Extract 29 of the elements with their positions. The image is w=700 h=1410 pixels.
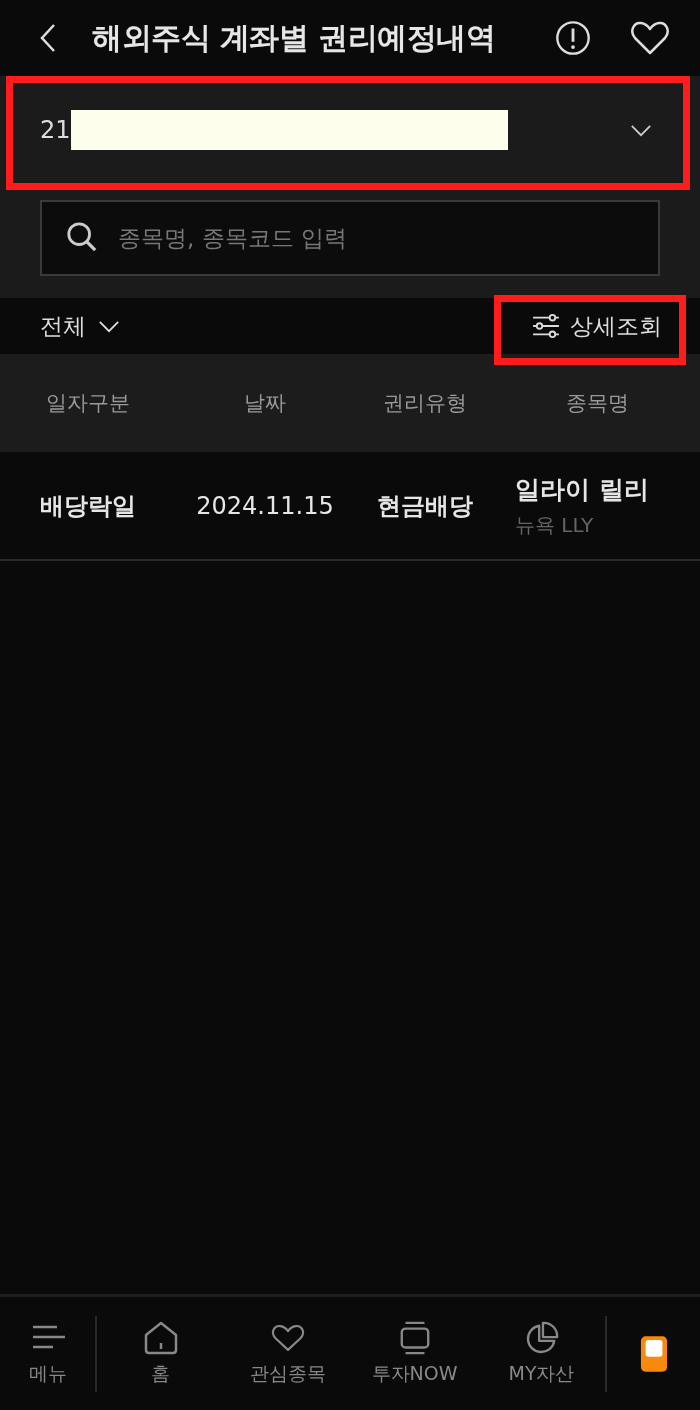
chevron-down-icon	[98, 319, 120, 333]
home-icon	[143, 1320, 178, 1355]
column-header: 날짜	[243, 390, 287, 417]
stock-name: 일라이 릴리	[515, 473, 649, 506]
account-number: 21	[40, 116, 71, 144]
nav-tab[interactable]: 홈	[97, 1316, 224, 1391]
nav-tab[interactable]: 관심종목	[224, 1316, 351, 1391]
chevron-down-icon	[630, 123, 652, 137]
sliders-icon	[532, 314, 560, 338]
nav-tab[interactable]: MY자산	[478, 1316, 605, 1391]
nav-tab[interactable]: 투자NOW	[351, 1316, 478, 1391]
table-cell-text: 현금배당	[376, 490, 474, 522]
column-header: 일자구분	[44, 390, 131, 417]
column-header: 종목명	[565, 390, 630, 417]
table-cell-text: 2024.11.15	[195, 491, 335, 520]
stock-market: 뉴욕 LLY	[515, 511, 594, 539]
nav-tab[interactable]: 메뉴	[0, 1316, 95, 1391]
search-icon	[66, 221, 98, 253]
heart-icon[interactable]	[630, 20, 670, 56]
table-cell-text: 배당락일	[38, 490, 137, 522]
back-icon[interactable]	[38, 22, 58, 54]
search-field[interactable]: 종목명, 종목코드 입력	[40, 200, 660, 276]
info-icon[interactable]	[554, 19, 592, 57]
filter-dropdown[interactable]: 전체	[40, 310, 120, 342]
column-header: 권리유형	[382, 390, 468, 417]
page-title: 해외주식 계좌별 권리예정내역	[92, 18, 496, 57]
pie-chart-icon	[524, 1320, 559, 1355]
account-dropdown[interactable]: 21	[20, 76, 680, 186]
detail-search-button[interactable]: 상세조회	[532, 310, 662, 342]
